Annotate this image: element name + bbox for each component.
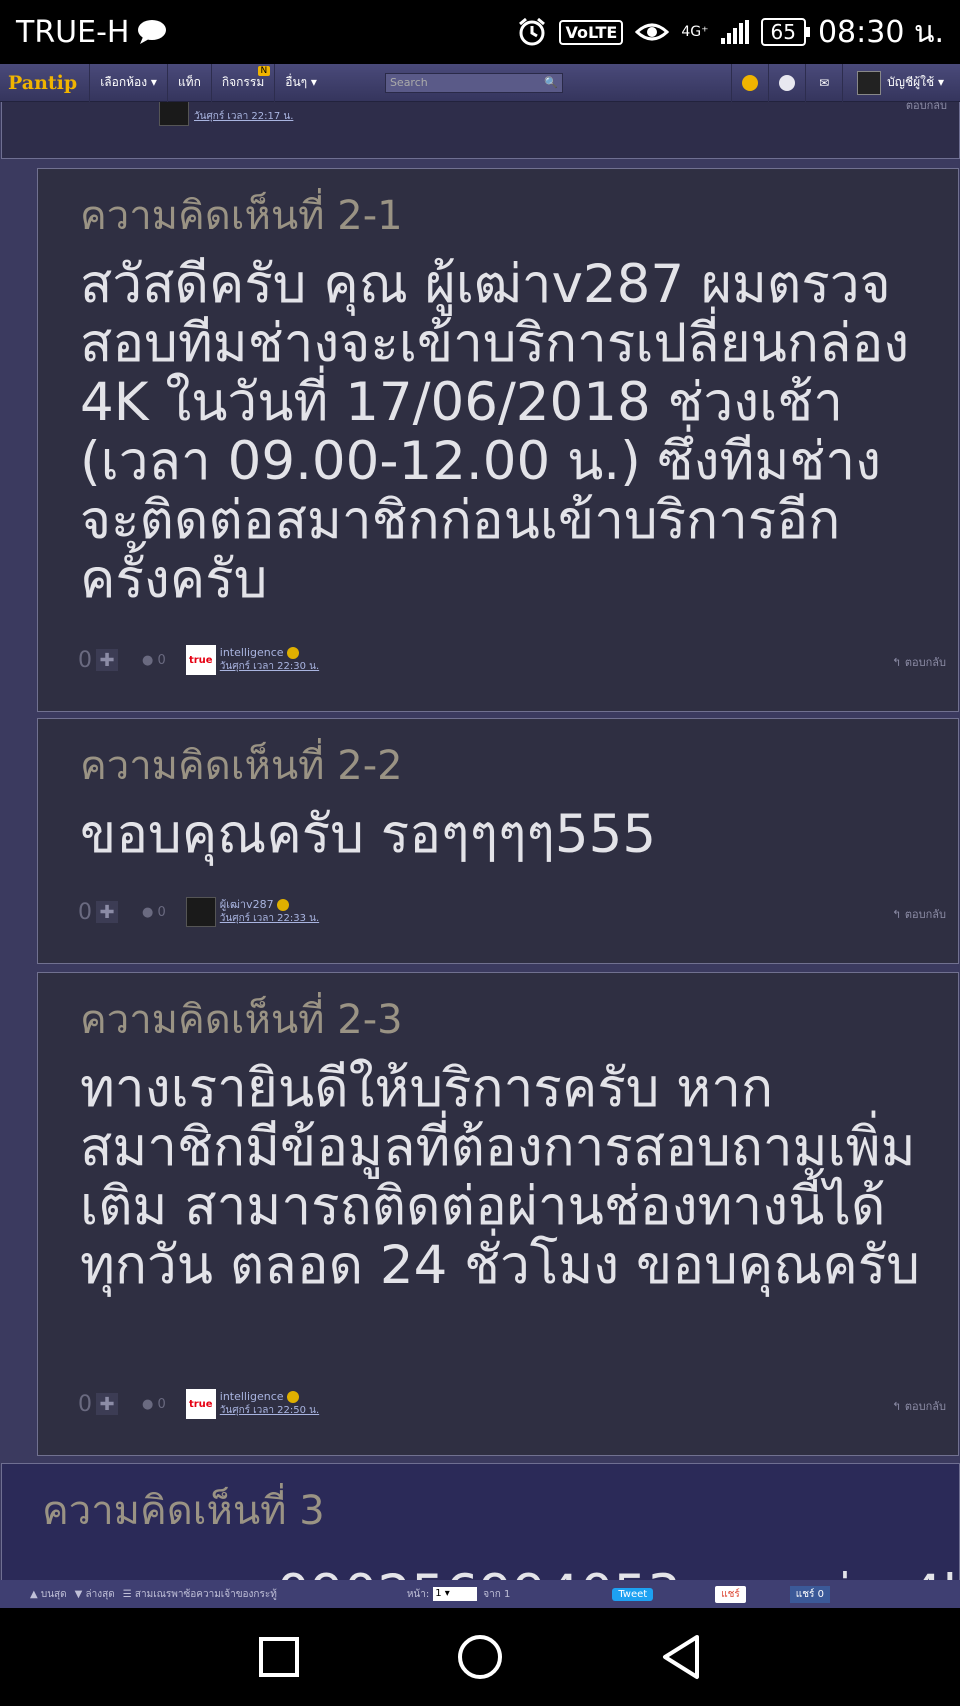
scroll-bottom-button[interactable]: ▼ ล่างสุด bbox=[75, 1587, 115, 1602]
eye-icon bbox=[635, 23, 670, 41]
scroll-top-button[interactable]: ▲ บนสุด bbox=[30, 1587, 67, 1602]
facebook-share-button[interactable]: แชร์ 0 bbox=[789, 1585, 830, 1603]
plus-icon[interactable]: ✚ bbox=[96, 649, 118, 671]
page-select[interactable]: 1 ▾ bbox=[433, 1587, 478, 1601]
scroll-top-label: บนสุด bbox=[40, 1588, 67, 1600]
nav-more[interactable]: อื่นๆ ▾ bbox=[274, 63, 327, 102]
status-bar: TRUE-H VoLTE 4G⁺ 65 08:30 น. bbox=[0, 0, 960, 64]
page-select-value: 1 bbox=[435, 1588, 442, 1599]
vote-count: 0 bbox=[78, 899, 92, 925]
comment-title: ความคิดเห็นที่ 3 bbox=[42, 1488, 325, 1534]
comment-meta: 0 ✚ ● 0 true intelligence วันศุกร์ เวลา … bbox=[78, 1389, 319, 1419]
avatar[interactable]: true bbox=[185, 1389, 216, 1419]
member-badge-icon bbox=[286, 647, 299, 659]
search-placeholder: Search bbox=[389, 76, 428, 89]
back-icon[interactable] bbox=[659, 1633, 703, 1681]
pantip-logo[interactable]: Pantip bbox=[0, 72, 89, 94]
comment-body: ขอบคุณครับ รอๆๆๆๆ555 bbox=[80, 804, 657, 865]
page-label: หน้า: bbox=[406, 1588, 430, 1600]
new-badge: N bbox=[257, 65, 271, 76]
comment-body: สวัสดีครับ คุณ ผู้เฒ่าv287 ผมตรวจสอบทีมช… bbox=[80, 254, 910, 610]
system-navigation-bar bbox=[0, 1608, 960, 1706]
previous-comment-footer: วันศุกร์ เวลา 22:17 น. ตอบกลับ bbox=[1, 102, 960, 159]
user-avatar bbox=[857, 70, 882, 95]
nav-activities[interactable]: กิจกรรม N bbox=[210, 63, 274, 102]
comment-title: ความคิดเห็นที่ 2-1 bbox=[80, 193, 403, 239]
signal-icon bbox=[720, 20, 749, 44]
comment-card: ความคิดเห็นที่ 3 หมายเลข 0902569940​53 จ… bbox=[1, 1463, 960, 1580]
search-input[interactable]: Search 🔍 bbox=[384, 72, 563, 93]
comment-body: ทางเรายินดีให้บริการครับ หากสมาชิกมีข้อม… bbox=[80, 1058, 920, 1296]
volte-badge: VoLTE bbox=[559, 19, 624, 45]
emotion-count[interactable]: ● 0 bbox=[142, 905, 166, 920]
emotion-count[interactable]: ● 0 bbox=[142, 653, 166, 668]
comment-title: ความคิดเห็นที่ 2-3 bbox=[80, 997, 403, 1043]
emotion-count[interactable]: ● 0 bbox=[142, 1397, 166, 1412]
comment-time[interactable]: วันศุกร์ เวลา 22:33 น. bbox=[220, 912, 319, 926]
reply-button[interactable]: ↰ ตอบกลับ bbox=[892, 905, 946, 923]
alarm-icon bbox=[519, 17, 546, 46]
comments-area: วันศุกร์ เวลา 22:17 น. ตอบกลับ ความคิดเห… bbox=[0, 102, 960, 1580]
comment-body: หมายเลข 0902569940​53 จองกล่อง4k bbox=[42, 1552, 960, 1580]
avatar[interactable] bbox=[185, 897, 216, 927]
page-total: จาก 1 bbox=[483, 1588, 511, 1600]
emoticon-icon[interactable] bbox=[768, 63, 805, 102]
comment-meta: 0 ✚ ● 0 ผู้เฒ่าv287 วันศุกร์ เวลา 22:33 … bbox=[78, 897, 319, 927]
user-name: intelligence bbox=[219, 1390, 284, 1403]
user-name-row[interactable]: ผู้เฒ่าv287 bbox=[220, 898, 319, 912]
user-name-row[interactable]: intelligence bbox=[220, 646, 319, 660]
reply-label: ตอบกลับ bbox=[904, 908, 946, 921]
clock: 08:30 น. bbox=[817, 14, 944, 50]
user-name-row[interactable]: intelligence bbox=[220, 1390, 319, 1404]
emotion-count-value: 0 bbox=[157, 652, 166, 668]
plus-icon[interactable]: ✚ bbox=[96, 1393, 118, 1415]
emotion-count-value: 0 bbox=[157, 1396, 166, 1412]
comment-time[interactable]: วันศุกร์ เวลา 22:30 น. bbox=[220, 660, 319, 674]
battery-icon: 65 bbox=[760, 18, 811, 46]
page-toolbar: ▲ บนสุด ▼ ล่างสุด ☰ สามเณรพาซ้อความเจ้าข… bbox=[0, 1580, 960, 1608]
vote-count: 0 bbox=[78, 1391, 92, 1417]
owner-only-filter[interactable]: ☰ สามเณรพาซ้อความเจ้าของกระทู้ bbox=[123, 1587, 277, 1602]
vote-count: 0 bbox=[78, 647, 92, 673]
nav-select-room[interactable]: เลือกห้อง ▾ bbox=[89, 63, 167, 102]
home-icon[interactable] bbox=[456, 1633, 504, 1681]
comment-time[interactable]: วันศุกร์ เวลา 22:17 น. bbox=[194, 109, 293, 124]
reply-label: ตอบกลับ bbox=[904, 656, 946, 669]
avatar bbox=[159, 102, 189, 126]
user-menu[interactable]: บัญชีผู้ใช้ ▾ bbox=[842, 63, 960, 102]
user-menu-label: บัญชีผู้ใช้ ▾ bbox=[887, 75, 944, 89]
reply-button[interactable]: ↰ ตอบกลับ bbox=[892, 1397, 946, 1415]
mail-icon[interactable]: ✉ bbox=[805, 63, 842, 102]
reply-label: ตอบกลับ bbox=[904, 1400, 946, 1413]
nav-activities-label: กิจกรรม bbox=[221, 75, 265, 89]
comment-card: ความคิดเห็นที่ 2-1 สวัสดีครับ คุณ ผู้เฒ่… bbox=[37, 168, 959, 712]
reply-button[interactable]: ตอบกลับ bbox=[906, 102, 947, 114]
comment-card: ความคิดเห็นที่ 2-2 ขอบคุณครับ รอๆๆๆๆ555 … bbox=[37, 718, 959, 964]
member-badge-icon bbox=[276, 899, 289, 911]
nav-tags[interactable]: แท็ก bbox=[166, 63, 211, 102]
reply-button[interactable]: ↰ ตอบกลับ bbox=[892, 653, 946, 671]
scroll-bottom-label: ล่างสุด bbox=[85, 1588, 115, 1600]
site-navbar: Pantip เลือกห้อง ▾ แท็ก กิจกรรม N อื่นๆ ▾… bbox=[0, 63, 960, 102]
comment-meta: 0 ✚ ● 0 true intelligence วันศุกร์ เวลา … bbox=[78, 645, 319, 675]
comment-card: ความคิดเห็นที่ 2-3 ทางเรายินดีให้บริการค… bbox=[37, 972, 959, 1456]
network-type: 4G⁺ bbox=[681, 24, 709, 40]
emotion-count-value: 0 bbox=[157, 904, 166, 920]
chat-bubble-icon bbox=[138, 20, 167, 44]
tweet-button[interactable]: Tweet bbox=[612, 1587, 654, 1601]
comment-time[interactable]: วันศุกร์ เวลา 22:50 น. bbox=[220, 1404, 319, 1418]
avatar[interactable]: true bbox=[185, 645, 216, 675]
gplus-share-button[interactable]: แชร์ bbox=[715, 1585, 746, 1603]
comment-title: ความคิดเห็นที่ 2-2 bbox=[80, 743, 403, 789]
carrier-label: TRUE-H bbox=[16, 14, 130, 50]
member-badge-icon bbox=[286, 1391, 299, 1403]
plus-icon[interactable]: ✚ bbox=[96, 901, 118, 923]
user-name: intelligence bbox=[219, 646, 284, 659]
owner-only-label: สามเณรพาซ้อความเจ้าของกระทู้ bbox=[134, 1588, 277, 1600]
notification-icon[interactable] bbox=[731, 63, 768, 102]
recent-apps-icon[interactable] bbox=[257, 1635, 301, 1679]
search-icon: 🔍 bbox=[544, 76, 558, 89]
user-name: ผู้เฒ่าv287 bbox=[219, 898, 274, 911]
